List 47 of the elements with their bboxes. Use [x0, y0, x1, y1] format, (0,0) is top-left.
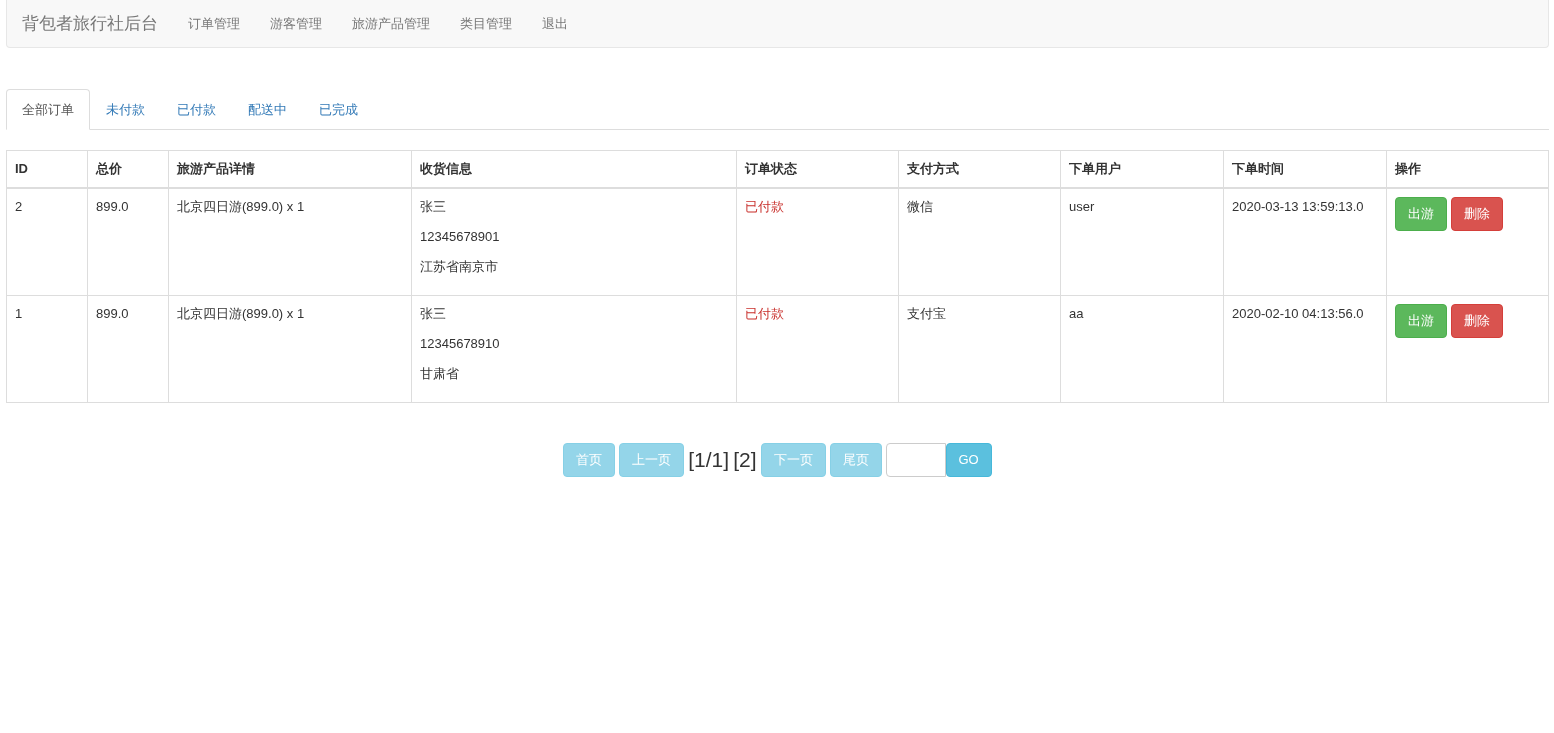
tab[interactable]: 已付款 [161, 89, 232, 130]
table-cell: 北京四日游(899.0) x 1 [168, 295, 412, 402]
table-cell: 899.0 [87, 187, 169, 295]
shipping-line: 12345678901 [420, 227, 501, 246]
shipping-line: 张三 [420, 197, 447, 216]
table-cell: user [1060, 187, 1224, 295]
shipping-line: 张三 [420, 304, 447, 323]
tab[interactable]: 已完成 [303, 89, 374, 130]
table-cell: 899.0 [87, 295, 169, 402]
column-header: 支付方式 [898, 150, 1061, 188]
nav-link[interactable]: 订单管理 [173, 14, 255, 33]
table-cell: 北京四日游(899.0) x 1 [168, 187, 412, 295]
tab[interactable]: 未付款 [90, 89, 161, 130]
table-cell: 2020-03-13 13:59:13.0 [1223, 187, 1387, 295]
nav-link[interactable]: 游客管理 [255, 14, 337, 33]
action-button[interactable]: 删除 [1451, 196, 1503, 231]
column-header: 操作 [1386, 150, 1549, 188]
action-button[interactable]: 出游 [1395, 303, 1447, 338]
record-count: [2] [733, 447, 757, 472]
table-cell: 支付宝 [898, 295, 1061, 402]
column-header: 收货信息 [411, 150, 737, 188]
table-cell: 微信 [898, 187, 1061, 295]
table-cell: 2 [6, 187, 88, 295]
status-cell: 已付款 [736, 187, 899, 295]
nav-link[interactable]: 退出 [527, 14, 583, 33]
column-header: 总价 [87, 150, 169, 188]
status-cell: 已付款 [736, 295, 899, 402]
tab[interactable]: 全部订单 [6, 89, 90, 130]
shipping-line: 甘肃省 [420, 364, 460, 383]
column-header: 下单时间 [1223, 150, 1387, 188]
action-button[interactable]: 删除 [1451, 303, 1503, 338]
shipping-line: 江苏省南京市 [420, 257, 499, 276]
page-input[interactable] [885, 442, 946, 477]
nav-link[interactable]: 类目管理 [445, 14, 527, 33]
column-header: 订单状态 [736, 150, 899, 188]
column-header: ID [6, 150, 88, 188]
table-cell: aa [1060, 295, 1224, 402]
action-button[interactable]: 出游 [1395, 196, 1447, 231]
table-cell: 2020-02-10 04:13:56.0 [1223, 295, 1387, 402]
nav-link[interactable]: 旅游产品管理 [337, 14, 445, 33]
tab[interactable]: 配送中 [232, 89, 303, 130]
column-header: 旅游产品详情 [168, 150, 412, 188]
table-cell: 1 [6, 295, 88, 402]
shipping-line: 12345678910 [420, 334, 501, 353]
column-header: 下单用户 [1060, 150, 1224, 188]
brand-title[interactable]: 背包者旅行社后台 [22, 12, 158, 35]
page-info: [1/1] [688, 447, 730, 472]
